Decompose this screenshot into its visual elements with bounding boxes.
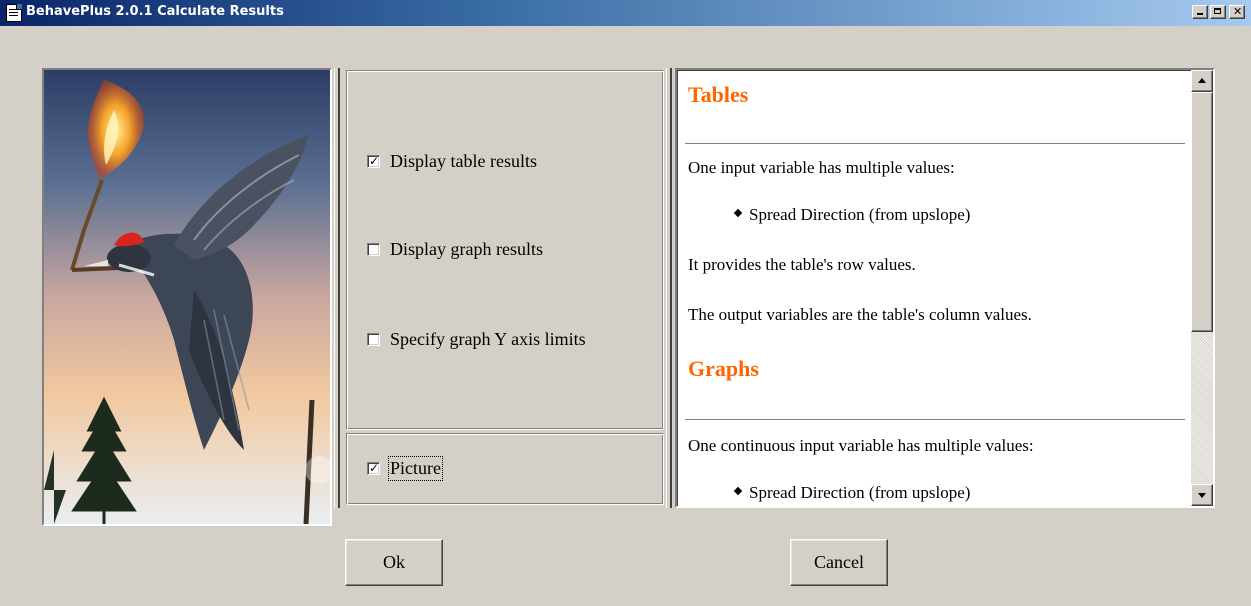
bullet-icon: [733, 208, 743, 218]
checkmark-icon: ✓: [369, 154, 380, 168]
tables-heading: Tables: [688, 82, 749, 107]
tables-bullet-1: Spread Direction (from upslope): [733, 205, 970, 225]
cancel-button[interactable]: Cancel: [790, 539, 888, 586]
scroll-thumb[interactable]: [1191, 92, 1213, 332]
tables-text-1: One input variable has multiple values:: [688, 158, 955, 177]
ok-button[interactable]: Ok: [345, 539, 443, 586]
help-pane: Tables One input variable has multiple v…: [675, 68, 1215, 508]
scroll-down-button[interactable]: [1191, 484, 1213, 506]
display-table-label: Display table results: [390, 151, 537, 171]
window-controls: ✕: [1190, 5, 1245, 21]
close-icon: ✕: [1233, 5, 1243, 18]
bird-with-fire-icon: [44, 70, 330, 524]
minimize-button[interactable]: [1192, 5, 1208, 19]
display-graph-label: Display graph results: [390, 239, 543, 259]
graphs-divider: [685, 419, 1185, 421]
display-table-checkbox[interactable]: ✓: [367, 154, 380, 168]
graphs-text-1: One continuous input variable has multip…: [688, 436, 1034, 455]
right-splitter[interactable]: [666, 68, 672, 508]
minimize-icon: [1197, 13, 1203, 15]
maximize-button[interactable]: [1210, 5, 1226, 19]
picture-checkbox[interactable]: ✓: [367, 461, 380, 475]
picture-option-panel: ✓ Picture: [346, 433, 664, 505]
graphs-heading: Graphs: [688, 356, 759, 381]
title-bar[interactable]: BehavePlus 2.0.1 Calculate Results ✕: [0, 0, 1251, 26]
picture-panel: [42, 68, 332, 526]
help-scrollbar[interactable]: [1191, 70, 1213, 506]
scroll-up-button[interactable]: [1191, 70, 1213, 92]
display-graph-checkbox[interactable]: [367, 243, 380, 256]
display-table-option[interactable]: ✓ Display table results: [367, 151, 537, 172]
help-content: Tables One input variable has multiple v…: [685, 70, 1191, 506]
specify-y-limits-option[interactable]: Specify graph Y axis limits: [367, 329, 586, 350]
close-button[interactable]: ✕: [1229, 5, 1245, 19]
specify-y-limits-checkbox[interactable]: [367, 333, 380, 346]
specify-y-limits-label: Specify graph Y axis limits: [390, 329, 586, 349]
arrow-down-icon: [1198, 493, 1206, 498]
app-icon: [6, 4, 22, 22]
output-options-panel: ✓ Display table results Display graph re…: [346, 70, 664, 430]
picture-label: Picture: [388, 456, 443, 481]
bullet-icon: [733, 486, 743, 496]
arrow-up-icon: [1198, 78, 1206, 83]
maximize-icon: [1214, 8, 1221, 14]
window-title: BehavePlus 2.0.1 Calculate Results: [26, 4, 284, 19]
left-splitter[interactable]: [334, 68, 340, 508]
checkmark-icon: ✓: [369, 461, 380, 475]
tables-divider: [685, 143, 1185, 145]
graphs-bullet-1: Spread Direction (from upslope): [733, 483, 970, 503]
tables-text-3: The output variables are the table's col…: [688, 305, 1032, 324]
picture-option[interactable]: ✓ Picture: [367, 456, 443, 481]
calculate-results-window: BehavePlus 2.0.1 Calculate Results ✕ ✓ D…: [0, 0, 1251, 606]
display-graph-option[interactable]: Display graph results: [367, 239, 543, 260]
tables-text-2: It provides the table's row values.: [688, 255, 916, 274]
